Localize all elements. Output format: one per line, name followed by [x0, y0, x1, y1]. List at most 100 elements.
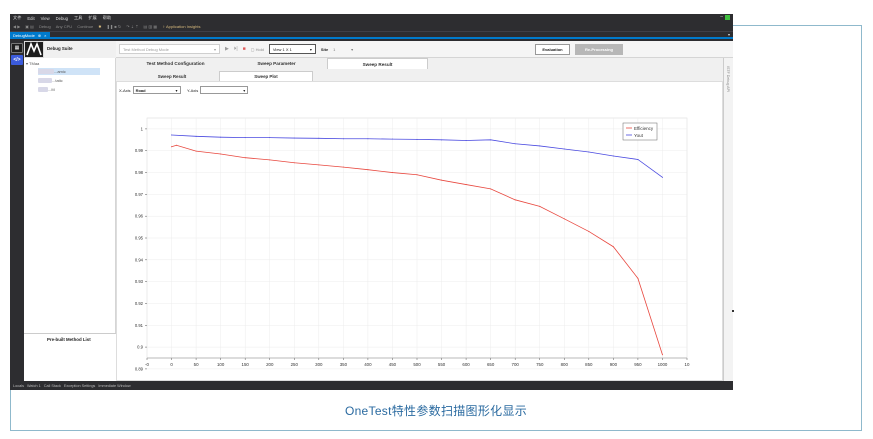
stop-icon[interactable]: ■ [243, 46, 246, 52]
sweep-line-chart: -0 0 50 100 150 200 250 300 350 400 450 500 550 600 65… [117, 100, 722, 380]
data-point-efficiency [416, 174, 418, 176]
data-point-efficiency [612, 246, 614, 248]
y-axis-control-label: Y-Axis [187, 87, 199, 93]
chevron-down-icon: ▾ [175, 87, 178, 93]
debug-windows-bar: Locals Watch 1 Call Stack Exception Setting… [10, 382, 733, 390]
toolbar-pause-icon[interactable]: ❚❚ ■ ↻ [107, 24, 122, 29]
toolbar-platform-select[interactable]: Any CPU [56, 24, 72, 29]
site-select[interactable]: 1 ▾ [333, 47, 353, 52]
tab-sweep-result[interactable]: Sweep Result [327, 58, 428, 69]
y-tick-label: 0.93 [135, 279, 144, 284]
debug-window-tab[interactable]: Call Stack [44, 384, 61, 388]
x-tick-label: 1000 [658, 362, 668, 367]
x-axis-control-label: X-Axis [119, 87, 131, 93]
application-insights-button[interactable]: ♀ Application Insights [162, 24, 200, 29]
tab-sweep-result-table[interactable]: Sweep Result [125, 71, 219, 81]
tree-item-label: ...M [48, 87, 55, 92]
toolbar-save-icon[interactable]: ▣ ▤ [25, 24, 34, 29]
x-tick-label: 850 [585, 362, 593, 367]
debug-window-tab[interactable]: Locals [13, 384, 24, 388]
x-axis-select[interactable]: Road ▾ [132, 86, 181, 94]
menu-item[interactable]: 文件 [13, 15, 21, 21]
x-tick-label: 950 [634, 362, 642, 367]
menu-item[interactable]: Debug [56, 16, 68, 21]
menu-item[interactable]: 帮助 [103, 15, 111, 21]
main-panel: Test Method Configuration Sweep Paramete… [116, 58, 723, 381]
sub-tabs: Sweep Result Sweep Plot [125, 71, 313, 81]
code-icon[interactable]: </> [11, 55, 23, 65]
hold-toggle[interactable]: ▢ Hold [251, 47, 264, 52]
tab-sweep-parameter[interactable]: Sweep Parameter [226, 58, 327, 69]
toolbar-config-select[interactable]: Debug [39, 24, 51, 29]
y-tick-label: 0.97 [135, 192, 144, 197]
toolbar-step-icon[interactable]: ↷ ⇣ ⇡ [126, 24, 138, 29]
data-point-efficiency [588, 230, 590, 232]
run-icon[interactable]: ▶ [225, 46, 229, 52]
close-icon[interactable]: × [44, 33, 46, 38]
tab-test-method-configuration[interactable]: Test Method Configuration [125, 58, 226, 69]
toolbar-back-icon[interactable]: ◀ ▶ [13, 24, 20, 29]
pin-icon[interactable]: ⊕ [38, 33, 41, 38]
doc-tab-label: DebugMode [13, 33, 35, 38]
data-point-yout [367, 138, 369, 140]
tree-item[interactable]: xxxxx...M [38, 87, 55, 92]
datasheet-icon[interactable]: ▦ [11, 43, 23, 53]
data-point-yout [588, 151, 590, 153]
minimize-icon[interactable]: – [720, 14, 723, 20]
ide-toolbar: ◀ ▶ ▣ ▤ Debug Any CPU Continue ✹ ❚❚ ■ ↻ … [10, 22, 733, 32]
suite-title: Debug Suite [47, 46, 73, 51]
tree-item-label: ...amic [54, 69, 66, 74]
x-tick-label: 250 [291, 362, 299, 367]
data-point-yout [514, 143, 516, 145]
tree-item-redacted: xxxxxxx [38, 78, 52, 83]
menu-item[interactable]: 扩展 [88, 15, 96, 21]
data-point-efficiency [563, 218, 565, 220]
menu-item[interactable]: Edit [27, 16, 34, 21]
tree-root[interactable]: ▾ TMaa [26, 61, 39, 66]
x-tick-label: 600 [462, 362, 470, 367]
chevron-down-icon[interactable]: ▾ [728, 32, 730, 37]
reprocessing-button[interactable]: Re-Processing [575, 44, 623, 55]
data-point-efficiency [539, 205, 541, 207]
prebuilt-title: Pre-built Method List [47, 337, 91, 342]
data-point-efficiency [195, 150, 197, 152]
right-panel-label: ISTF Debug API [726, 66, 730, 92]
tree-item[interactable]: xxxxxxxx...amic [38, 69, 66, 74]
application-insights-label: Application Insights [166, 24, 201, 29]
debug-window-tab[interactable]: Watch 1 [27, 384, 41, 388]
data-point-efficiency [244, 157, 246, 159]
data-point-yout [490, 139, 492, 141]
continue-button[interactable]: Continue [77, 24, 93, 29]
y-axis-select[interactable]: ▾ [200, 86, 249, 94]
x-tick-label: 300 [315, 362, 323, 367]
data-point-yout [269, 137, 271, 139]
tab-debugmode[interactable]: DebugMode ⊕ × [10, 32, 50, 39]
chart-background [117, 100, 722, 380]
menu-item[interactable]: 工具 [74, 15, 82, 21]
x-tick-label: -0 [145, 362, 149, 367]
frame-marker [732, 310, 734, 312]
toolbar-misc-icon[interactable]: ▤ ▥ ▦ [144, 24, 158, 29]
evaluation-button[interactable]: Evaluation [535, 44, 570, 55]
prebuilt-method-list: Pre-built Method List [24, 333, 116, 381]
right-side-panel[interactable]: ISTF Debug API [723, 58, 733, 381]
tree-item[interactable]: xxxxxxx...tatic [38, 78, 63, 83]
data-point-yout [342, 138, 344, 140]
legend: Efficiency Yout [622, 122, 658, 141]
x-tick-label: 350 [340, 362, 348, 367]
menu-item[interactable]: View [41, 16, 50, 21]
debug-mode-select[interactable]: Test Method Debug Mode ▾ [119, 44, 220, 54]
tree-item-redacted: xxxxx [38, 87, 48, 92]
debug-window-tab[interactable]: Exception Settings [64, 384, 95, 388]
figure-caption: OneTest特性参数扫描图形化显示 [344, 404, 528, 418]
hold-label: Hold [255, 46, 264, 52]
debug-window-tab[interactable]: Immediate Window [98, 384, 130, 388]
view-select[interactable]: View 1 X 1 ▾ [268, 44, 316, 54]
live-share-icon[interactable] [725, 15, 730, 20]
toolbar-fire-icon[interactable]: ✹ [98, 24, 101, 29]
tab-sweep-plot[interactable]: Sweep Plot [219, 71, 313, 81]
step-run-icon[interactable]: ⏵| [234, 46, 238, 52]
legend-label-efficiency: Efficiency [634, 126, 654, 131]
data-point-yout [637, 158, 639, 160]
view-select-value: View 1 X 1 [272, 46, 292, 52]
